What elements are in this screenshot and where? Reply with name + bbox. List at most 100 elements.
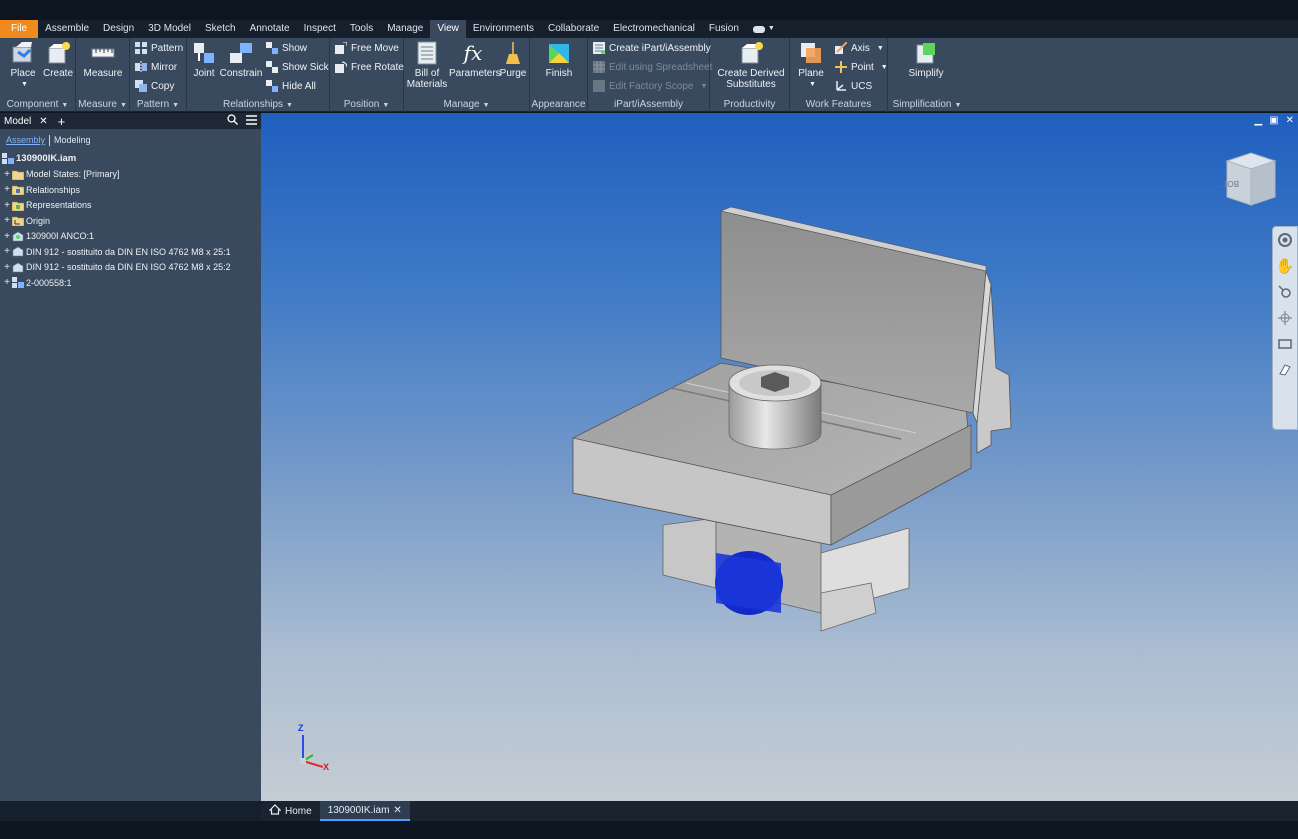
ribbon-tabs: File Assemble Design 3D Model Sketch Ann… xyxy=(0,20,1298,38)
add-browser-icon[interactable]: + xyxy=(58,114,66,129)
tree-item-part-anco[interactable]: + 130900I ANCO:1 xyxy=(2,229,261,245)
tab-collaborate[interactable]: Collaborate xyxy=(541,20,606,38)
model-3d-view[interactable] xyxy=(261,113,1298,801)
tree-item-din912-2[interactable]: + DIN 912 - sostituito da DIN EN ISO 476… xyxy=(2,260,261,276)
graphics-viewport[interactable]: ▁ ▣ ✕ BOTTOM xyxy=(261,113,1298,801)
factory-scope-icon xyxy=(593,80,605,92)
expand-icon[interactable]: + xyxy=(2,231,12,242)
create-derived-substitutes-button[interactable]: Create Derived Substitutes xyxy=(716,41,786,90)
simplify-button[interactable]: Simplify xyxy=(902,41,950,79)
edit-factory-scope-button[interactable]: Edit Factory Scope ▼ xyxy=(593,78,707,94)
panel-appearance: Finish Appearance xyxy=(530,38,588,112)
menu-icon[interactable] xyxy=(246,114,257,128)
copy-button[interactable]: Copy xyxy=(135,78,174,94)
model-tree: 130900IK.iam + Model States: [Primary] +… xyxy=(0,151,261,291)
panel-simplification-label[interactable]: Simplification ▼ xyxy=(888,99,966,110)
expand-icon[interactable]: + xyxy=(2,215,12,226)
constrain-button[interactable]: Constrain xyxy=(219,41,263,79)
panel-position-label[interactable]: Position ▼ xyxy=(330,99,403,110)
tab-view[interactable]: View xyxy=(430,20,466,38)
show-sick-button[interactable]: Show Sick xyxy=(266,59,329,75)
free-view-button[interactable] xyxy=(1273,357,1297,383)
joint-button[interactable]: Joint xyxy=(190,41,218,79)
look-at-button[interactable] xyxy=(1273,331,1297,357)
hide-all-icon xyxy=(266,80,278,92)
tree-item-origin[interactable]: + Origin xyxy=(2,213,261,229)
point-icon xyxy=(835,61,847,73)
panel-productivity: Create Derived Substitutes Productivity xyxy=(710,38,790,112)
panel-component-label[interactable]: Component ▼ xyxy=(0,99,75,110)
tab-assemble[interactable]: Assemble xyxy=(38,20,96,38)
tab-tools[interactable]: Tools xyxy=(343,20,380,38)
tab-annotate[interactable]: Annotate xyxy=(243,20,297,38)
orbit-button[interactable] xyxy=(1273,305,1297,331)
measure-button[interactable]: Measure xyxy=(80,41,126,79)
tab-environments[interactable]: Environments xyxy=(466,20,541,38)
point-button[interactable]: Point ▼ xyxy=(835,59,888,75)
expand-icon[interactable]: + xyxy=(2,169,12,180)
axis-button[interactable]: Axis ▼ xyxy=(835,40,884,56)
document-tab-active[interactable]: 130900IK.iam ✕ xyxy=(319,801,410,821)
free-move-button[interactable]: Free Move xyxy=(335,40,399,56)
expand-icon[interactable]: + xyxy=(2,184,12,195)
create-button[interactable]: Create xyxy=(41,41,75,79)
tab-fusion[interactable]: Fusion xyxy=(702,20,746,38)
panel-pattern-label[interactable]: Pattern ▼ xyxy=(130,99,186,110)
tab-manage[interactable]: Manage xyxy=(380,20,430,38)
tab-electromechanical[interactable]: Electromechanical xyxy=(606,20,702,38)
tab-sketch[interactable]: Sketch xyxy=(198,20,243,38)
panel-relationships-label[interactable]: Relationships ▼ xyxy=(187,99,329,110)
chevron-down-icon: ▼ xyxy=(767,25,775,32)
origin-folder-icon xyxy=(11,215,25,227)
create-ipart-button[interactable]: Create iPart/iAssembly xyxy=(593,40,711,56)
tree-item-relationships[interactable]: + Relationships xyxy=(2,182,261,198)
steering-wheel-button[interactable] xyxy=(1273,227,1297,253)
search-icon[interactable] xyxy=(227,114,238,128)
expand-icon[interactable]: + xyxy=(2,200,12,211)
create-component-icon xyxy=(45,41,71,65)
tab-inspect[interactable]: Inspect xyxy=(297,20,343,38)
zoom-button[interactable] xyxy=(1273,279,1297,305)
subtab-assembly[interactable]: Assembly xyxy=(6,135,45,145)
tree-item-representations[interactable]: + Representations xyxy=(2,198,261,214)
bill-of-materials-button[interactable]: Bill of Materials xyxy=(406,41,448,90)
expand-icon[interactable]: + xyxy=(2,262,12,273)
tree-item-din912-1[interactable]: + DIN 912 - sostituito da DIN EN ISO 476… xyxy=(2,244,261,260)
tab-design[interactable]: Design xyxy=(96,20,141,38)
expand-icon[interactable]: + xyxy=(2,277,12,288)
show-relationships-icon xyxy=(266,42,278,54)
mirror-button[interactable]: Mirror xyxy=(135,59,177,75)
browser-tab-model[interactable]: Model xyxy=(0,116,35,127)
show-button[interactable]: Show xyxy=(266,40,307,56)
close-icon[interactable]: ✕ xyxy=(393,805,401,816)
edit-spreadsheet-button[interactable]: Edit using Spreadsheet xyxy=(593,59,712,75)
joint-icon xyxy=(191,41,217,65)
hide-all-button[interactable]: Hide All xyxy=(266,78,316,94)
ucs-button[interactable]: UCS xyxy=(835,78,872,94)
constrain-icon xyxy=(228,41,254,65)
tree-item-model-states[interactable]: + Model States: [Primary] xyxy=(2,167,261,183)
place-button[interactable]: Place ▼ xyxy=(6,41,40,90)
free-rotate-button[interactable]: Free Rotate xyxy=(335,59,404,75)
tab-file[interactable]: File xyxy=(0,20,39,38)
panel-manage-label[interactable]: Manage ▼ xyxy=(404,99,529,110)
pattern-button[interactable]: Pattern xyxy=(135,40,183,56)
close-icon[interactable]: ✕ xyxy=(39,116,47,127)
tree-item-subassembly[interactable]: + 2-000558:1 xyxy=(2,275,261,291)
part-icon xyxy=(12,231,24,242)
purge-button[interactable]: Purge xyxy=(498,41,528,79)
ucs-icon xyxy=(835,80,847,92)
tree-root[interactable]: 130900IK.iam xyxy=(2,151,261,167)
status-bar xyxy=(0,821,1298,839)
subtab-modeling[interactable]: Modeling xyxy=(54,135,91,145)
expand-icon[interactable]: + xyxy=(2,246,12,257)
tab-overflow-button[interactable]: ▼ xyxy=(746,20,782,38)
tab-3d-model[interactable]: 3D Model xyxy=(141,20,198,38)
finish-button[interactable]: Finish xyxy=(536,41,582,79)
parameters-button[interactable]: fx Parameters xyxy=(449,41,501,79)
home-tab[interactable]: Home xyxy=(261,801,320,821)
toggle-icon xyxy=(752,25,765,33)
pan-button[interactable]: ✋ xyxy=(1273,253,1297,279)
panel-measure-label[interactable]: Measure ▼ xyxy=(76,99,129,110)
plane-button[interactable]: Plane ▼ xyxy=(796,41,826,90)
